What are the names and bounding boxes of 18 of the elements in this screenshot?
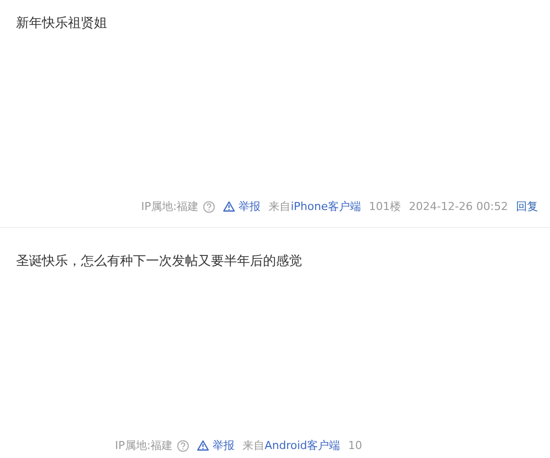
report-link[interactable]: 举报 xyxy=(196,438,235,454)
post-text: 圣诞快乐，怎么有种下一次发帖又要半年后的感觉 xyxy=(16,253,303,271)
source-label: 来自 xyxy=(268,200,291,212)
ip-location: IP属地:福建 xyxy=(141,198,199,214)
post-text: 新年快乐祖贤姐 xyxy=(16,15,108,33)
warning-icon xyxy=(196,440,209,452)
client-link[interactable]: iPhone客户端 xyxy=(290,200,361,212)
source-label: 来自 xyxy=(242,438,265,452)
warning-icon xyxy=(222,201,235,212)
help-icon[interactable] xyxy=(176,440,189,452)
help-icon[interactable] xyxy=(202,200,215,213)
floor-number: 10 xyxy=(348,438,362,454)
post-time: 2024-12-26 00:52 xyxy=(408,198,508,214)
floor-number: 101楼 xyxy=(368,198,401,214)
ip-location: IP属地:福建 xyxy=(115,438,173,454)
reply-link[interactable]: 回复 xyxy=(516,198,538,215)
report-link[interactable]: 举报 xyxy=(222,198,261,215)
client-link[interactable]: Android客户端 xyxy=(264,438,340,452)
